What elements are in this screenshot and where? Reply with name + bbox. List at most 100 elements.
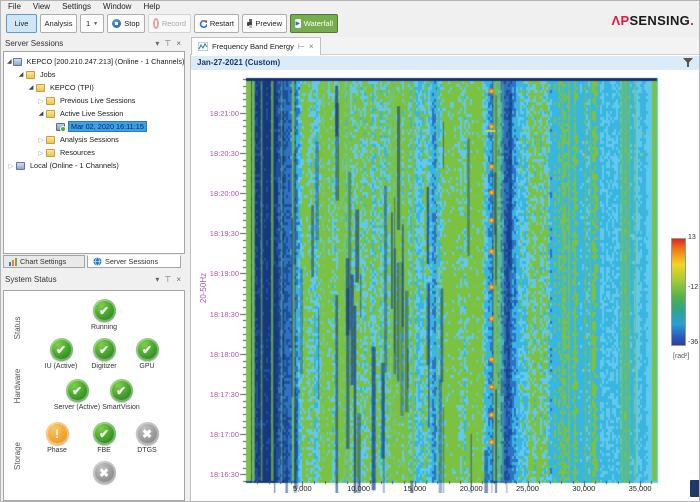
- tree-item-label: KEPCO (TPI): [50, 83, 94, 92]
- colorbar-unit-label: [rad²]: [673, 353, 690, 360]
- system-status-title-label: System Status: [5, 275, 57, 284]
- check-icon: ✔: [135, 338, 159, 361]
- waterfall-heatmap[interactable]: [234, 76, 659, 493]
- x-axis-tick-label: 25,000: [516, 484, 539, 493]
- tree-item[interactable]: ▷ Resources: [4, 146, 184, 159]
- expander-icon[interactable]: ◢: [27, 84, 35, 91]
- menu-window[interactable]: Window: [103, 2, 131, 14]
- panel-menu-icon[interactable]: ▾: [155, 39, 159, 48]
- expander-icon[interactable]: ◢: [37, 110, 45, 117]
- tree-item-label: Mar 02, 2020 16:11:15: [68, 121, 147, 132]
- tree-item[interactable]: ▷ Local (Online - 1 Channels): [4, 159, 184, 172]
- live-button[interactable]: Live: [6, 14, 37, 33]
- live-button-label: Live: [14, 19, 29, 28]
- waterfall-button-label: Waterfall: [303, 19, 333, 28]
- menu-settings[interactable]: Settings: [62, 2, 91, 14]
- colorbar-min-label: -36: [688, 339, 699, 346]
- preview-button[interactable]: Preview: [242, 14, 287, 33]
- stop-button[interactable]: Stop: [107, 14, 145, 33]
- tab-server-sessions[interactable]: Server Sessions: [87, 255, 181, 268]
- logo-sensing: SENSING: [629, 13, 691, 28]
- x-axis-tick-label: 5,000: [292, 484, 312, 493]
- check-icon: ✔: [109, 379, 133, 402]
- printer-icon: [247, 19, 253, 28]
- waterfall-button[interactable]: ▶ Waterfall: [290, 14, 338, 33]
- waterfall-chart-icon: [198, 42, 208, 51]
- system-status-panel-title: System Status ▾ ⊤ ×: [1, 273, 187, 287]
- tree-item-label: Analysis Sessions: [60, 135, 119, 144]
- menu-help[interactable]: Help: [143, 2, 159, 14]
- document-tab-strip: Frequency Band Energy ⊢ ×: [190, 37, 699, 55]
- expander-icon[interactable]: ▷: [37, 97, 45, 105]
- record-button[interactable]: Record: [148, 14, 191, 33]
- panel-menu-icon[interactable]: ▾: [155, 275, 159, 284]
- channel-select[interactable]: 1 ▼: [80, 14, 104, 33]
- check-icon: ✔: [92, 299, 116, 322]
- status-label: SmartVision: [102, 404, 140, 411]
- pin-icon[interactable]: ⊤: [164, 275, 171, 284]
- menu-bar: File View Settings Window Help: [1, 1, 699, 14]
- pin-icon[interactable]: ⊤: [164, 39, 171, 48]
- analysis-button-label: Analysis: [44, 19, 73, 28]
- y-axis-tick-label: 18:17:30: [209, 389, 239, 399]
- expander-icon[interactable]: ◢: [7, 58, 12, 65]
- tree-item-label: Jobs: [40, 70, 56, 79]
- waterfall-play-icon: ▶: [295, 19, 301, 28]
- folder-icon: [46, 96, 55, 105]
- menu-view[interactable]: View: [33, 2, 50, 14]
- chart-icon: [9, 257, 17, 266]
- tree-item[interactable]: ◢ Jobs: [4, 68, 184, 81]
- tab-chart-settings[interactable]: Chart Settings: [3, 255, 85, 268]
- tree-item[interactable]: ◢ KEPCO (TPI): [4, 81, 184, 94]
- tree-item[interactable]: ▷ Previous Live Sessions: [4, 94, 184, 107]
- tab-chart-settings-label: Chart Settings: [20, 257, 67, 266]
- tree-item[interactable]: ▷ Analysis Sessions: [4, 133, 184, 146]
- colorbar-gradient: [671, 238, 686, 346]
- y-axis-tick-label: 18:17:00: [209, 430, 239, 440]
- app-window: File View Settings Window Help Live Analysis…: [0, 0, 700, 502]
- tree-item-label: Active Live Session: [60, 109, 124, 118]
- record-button-label: Record: [161, 19, 186, 28]
- x-axis-tick-label: 30,000: [572, 484, 596, 493]
- tree-item[interactable]: ◢ Active Live Session: [4, 107, 184, 120]
- expander-icon[interactable]: ▷: [37, 149, 45, 157]
- folder-icon: [46, 109, 55, 118]
- channel-value: 1: [85, 19, 91, 28]
- tab-pin-icon[interactable]: ⊢: [298, 42, 305, 51]
- tree-item[interactable]: ◢ KEPCO [200.210.247.213] (Online - 1 Cha…: [4, 55, 184, 68]
- restart-icon: [199, 19, 207, 28]
- corner-indicator: [690, 480, 699, 497]
- x-axis-tick-label: 20,000: [459, 484, 483, 493]
- waterfall-header-bar: Jan-27-2021 (Custom): [191, 56, 699, 70]
- expander-icon[interactable]: ◢: [17, 71, 25, 78]
- expander-icon[interactable]: ▷: [37, 136, 45, 144]
- close-icon[interactable]: ×: [176, 275, 181, 284]
- record-icon: [153, 18, 159, 29]
- tab-close-icon[interactable]: ×: [309, 42, 314, 51]
- folder-icon: [36, 83, 45, 92]
- tab-frequency-band-energy[interactable]: Frequency Band Energy ⊢ ×: [191, 37, 321, 55]
- filter-icon[interactable]: [683, 58, 693, 70]
- status-label: GPU: [139, 363, 155, 370]
- colorbar-max-label: 13: [688, 234, 696, 241]
- server-sessions-panel-title: Server Sessions ▾ ⊤ ×: [1, 37, 187, 51]
- group-label-storage: Storage: [13, 441, 22, 471]
- tree-item[interactable]: Mar 02, 2020 16:11:15: [4, 120, 184, 133]
- y-axis-tick-label: 18:19:00: [209, 269, 239, 279]
- server-icon: [16, 161, 25, 170]
- tab-frequency-band-energy-label: Frequency Band Energy: [212, 42, 294, 51]
- menu-file[interactable]: File: [8, 2, 21, 14]
- y-axis-tick-label: 18:20:30: [209, 148, 239, 158]
- check-icon: ✔: [49, 338, 73, 361]
- stop-button-label: Stop: [124, 19, 140, 28]
- restart-button[interactable]: Restart: [194, 14, 239, 33]
- check-icon: ✔: [92, 422, 116, 445]
- y-axis-tick-label: 18:18:00: [209, 349, 239, 359]
- expander-icon[interactable]: ▷: [7, 162, 15, 170]
- close-icon[interactable]: ×: [176, 39, 181, 48]
- folder-icon: [46, 148, 55, 157]
- check-icon: ✔: [92, 338, 116, 361]
- tree-item-label: KEPCO [200.210.247.213] (Online - 1 Chan…: [26, 57, 185, 66]
- analysis-button[interactable]: Analysis: [40, 14, 77, 33]
- tree-item-label: Previous Live Sessions: [60, 96, 136, 105]
